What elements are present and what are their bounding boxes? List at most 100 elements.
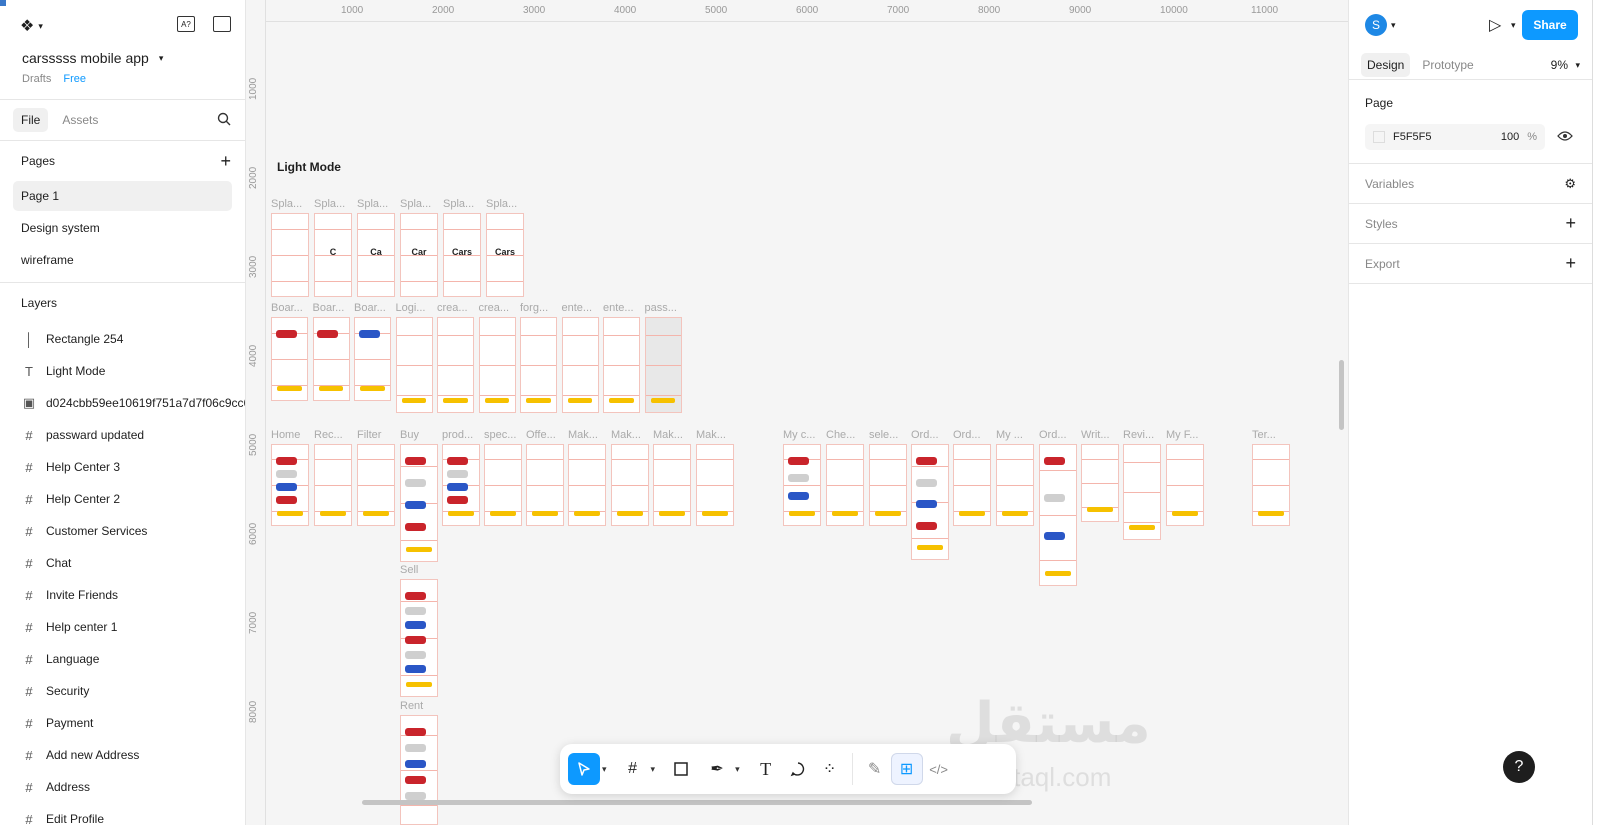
tab-prototype[interactable]: Prototype xyxy=(1416,53,1479,77)
export-section[interactable]: Export + xyxy=(1349,244,1592,284)
frame-label[interactable]: Boar... xyxy=(354,302,386,314)
canvas[interactable]: 1000 2000 3000 4000 5000 6000 7000 8000 9000 1000… xyxy=(246,0,1348,825)
frame-label[interactable]: crea... xyxy=(437,302,468,314)
tab-design[interactable]: Design xyxy=(1361,52,1411,77)
screen-frame[interactable] xyxy=(400,715,438,825)
help-button[interactable]: ? xyxy=(1503,751,1535,783)
page-item-page-1[interactable]: Page 1 xyxy=(13,181,232,211)
screen-frame[interactable] xyxy=(568,444,606,526)
page-color-value[interactable]: F5F5F5 xyxy=(1393,131,1432,143)
frame-label[interactable]: My ... xyxy=(996,429,1023,441)
screen-frame[interactable] xyxy=(437,317,474,413)
section-title[interactable]: Light Mode xyxy=(277,160,341,174)
visibility-eye-icon[interactable] xyxy=(1557,129,1573,145)
avatar[interactable]: S xyxy=(1365,14,1387,36)
screen-frame[interactable] xyxy=(400,579,438,697)
frame-label[interactable]: Spla... xyxy=(271,198,302,210)
screen-frame[interactable] xyxy=(561,317,599,413)
file-name-button[interactable]: carsssss mobile app ▾ xyxy=(22,50,163,66)
frame-label[interactable]: Sell xyxy=(400,564,418,576)
screen-frame[interactable]: Cars xyxy=(443,213,481,297)
frame-label[interactable]: Spla... xyxy=(357,198,388,210)
frame-label[interactable]: Ord... xyxy=(911,429,939,441)
screen-frame[interactable] xyxy=(1081,444,1119,522)
chevron-down-icon[interactable]: ▾ xyxy=(1511,20,1516,31)
actions-tool-icon[interactable]: ⁘ xyxy=(814,753,846,785)
screen-frame[interactable] xyxy=(314,444,352,526)
frame-label[interactable]: Revi... xyxy=(1123,429,1154,441)
comment-tool-icon[interactable] xyxy=(782,753,814,785)
screen-frame[interactable] xyxy=(996,444,1034,526)
screen-frame[interactable] xyxy=(644,317,682,413)
frame-label[interactable]: prod... xyxy=(442,429,473,441)
screen-frame[interactable] xyxy=(1252,444,1290,526)
frame-label[interactable]: crea... xyxy=(479,302,510,314)
chevron-down-icon[interactable]: ▾ xyxy=(602,764,607,775)
variables-settings-icon[interactable]: ⚙ xyxy=(1564,176,1576,192)
screen-frame[interactable] xyxy=(653,444,691,526)
frame-label[interactable]: forg... xyxy=(520,302,548,314)
chevron-down-icon[interactable]: ▾ xyxy=(1575,60,1580,71)
layer-item[interactable]: # Help Center 2 xyxy=(0,483,245,515)
frame-label[interactable]: Buy xyxy=(400,429,419,441)
screen-frame[interactable] xyxy=(354,317,391,401)
screen-frame[interactable] xyxy=(783,444,821,526)
frame-label[interactable]: Che... xyxy=(826,429,855,441)
layer-item[interactable]: # Payment xyxy=(0,707,245,739)
screen-frame[interactable] xyxy=(484,444,522,526)
screen-frame[interactable] xyxy=(400,444,438,562)
frame-label[interactable]: Ord... xyxy=(1039,429,1067,441)
layer-item[interactable]: # Invite Friends xyxy=(0,579,245,611)
frame-label[interactable]: Ord... xyxy=(953,429,981,441)
layer-item[interactable]: # Language xyxy=(0,643,245,675)
frame-label[interactable]: Spla... xyxy=(443,198,474,210)
frame-label[interactable]: My F... xyxy=(1166,429,1198,441)
layer-item[interactable]: T Light Mode xyxy=(0,355,245,387)
frame-label[interactable]: Filter xyxy=(357,429,381,441)
screen-frame[interactable] xyxy=(953,444,991,526)
frame-label[interactable]: pass... xyxy=(645,302,677,314)
frame-label[interactable]: Logi... xyxy=(396,302,426,314)
screen-frame[interactable]: Car xyxy=(400,213,438,297)
screen-frame[interactable] xyxy=(526,444,564,526)
chevron-down-icon[interactable]: ▾ xyxy=(735,764,740,775)
layer-item[interactable]: │ Rectangle 254 xyxy=(0,323,245,355)
screen-frame[interactable] xyxy=(442,444,480,526)
layer-item[interactable]: # Edit Profile xyxy=(0,803,245,825)
frame-label[interactable]: Spla... xyxy=(486,198,517,210)
design-mode-icon[interactable]: ⊞ xyxy=(890,753,923,785)
layer-item[interactable]: # Chat xyxy=(0,547,245,579)
frame-label[interactable]: Mak... xyxy=(611,429,641,441)
main-menu-button[interactable]: ❖ ▾ xyxy=(20,16,43,36)
screen-frame[interactable] xyxy=(520,317,557,413)
vertical-scrollbar[interactable] xyxy=(1339,360,1344,430)
share-button[interactable]: Share xyxy=(1522,10,1578,40)
layer-item[interactable]: # Customer Services xyxy=(0,515,245,547)
chevron-down-icon[interactable]: ▾ xyxy=(651,764,656,775)
frame-label[interactable]: Offe... xyxy=(526,429,556,441)
frame-label[interactable]: spec... xyxy=(484,429,516,441)
screen-frame[interactable] xyxy=(271,317,308,401)
screen-frame[interactable] xyxy=(478,317,516,413)
screen-frame[interactable] xyxy=(603,317,640,413)
chevron-down-icon[interactable]: ▾ xyxy=(1391,20,1396,31)
screen-frame[interactable] xyxy=(271,444,309,526)
screen-frame[interactable] xyxy=(611,444,649,526)
frame-label[interactable]: Spla... xyxy=(400,198,431,210)
plan-badge[interactable]: Free xyxy=(63,73,86,85)
draw-mode-icon[interactable]: ✎ xyxy=(859,753,891,785)
page-color-field[interactable]: F5F5F5 100 % xyxy=(1365,124,1545,150)
drafts-link[interactable]: Drafts xyxy=(22,73,51,85)
page-item-design-system[interactable]: Design system xyxy=(13,213,232,243)
page-opacity-value[interactable]: 100 xyxy=(1501,131,1519,143)
tab-file[interactable]: File xyxy=(13,108,49,132)
screen-frame[interactable] xyxy=(271,213,309,297)
pen-tool-icon[interactable]: ✒ xyxy=(701,753,733,785)
frame-label[interactable]: Spla... xyxy=(314,198,345,210)
dev-mode-icon[interactable]: </> xyxy=(923,753,955,785)
frame-label[interactable]: Home xyxy=(271,429,300,441)
screen-frame[interactable]: C xyxy=(314,213,352,297)
styles-section[interactable]: Styles + xyxy=(1349,204,1592,244)
screen-frame[interactable] xyxy=(1123,444,1161,540)
layer-item[interactable]: # Address xyxy=(0,771,245,803)
